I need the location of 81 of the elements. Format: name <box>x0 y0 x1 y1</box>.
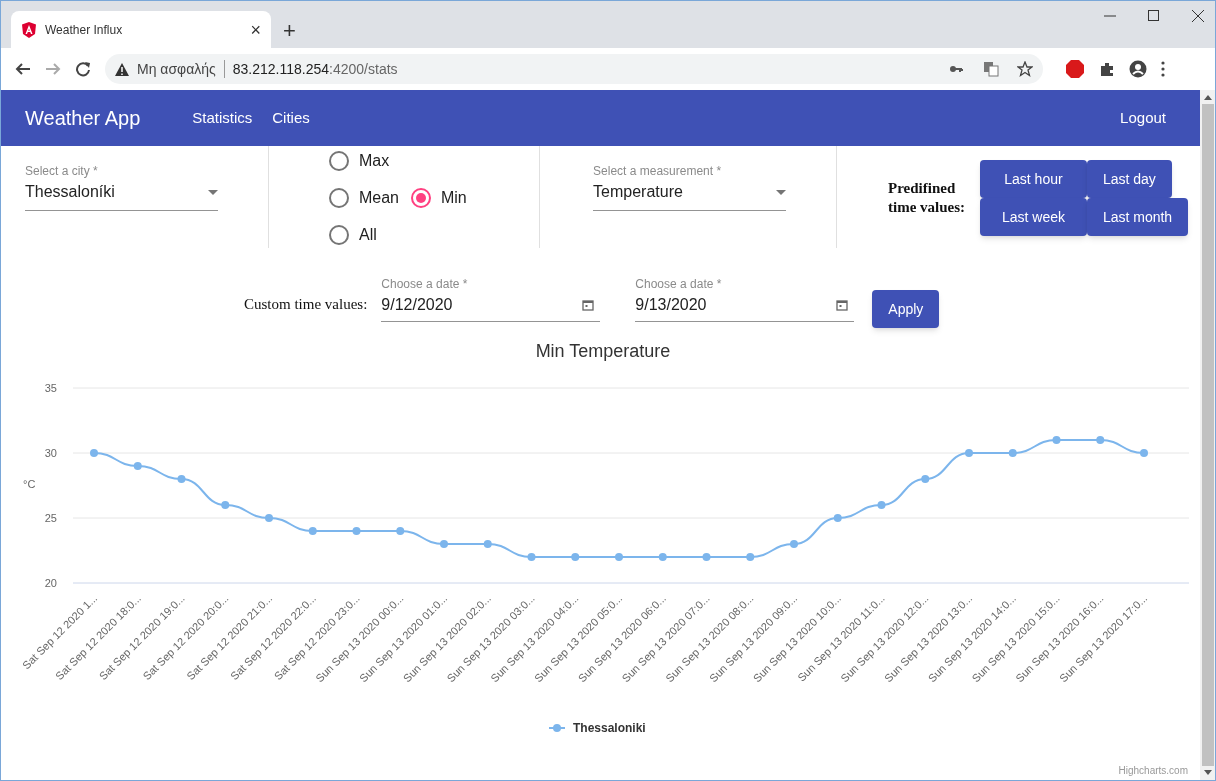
data-point <box>133 462 142 470</box>
data-point <box>177 475 186 483</box>
data-point <box>790 540 798 548</box>
time-button[interactable]: Last month <box>1086 198 1189 236</box>
data-point <box>1096 436 1105 444</box>
security-label: Μη ασφαλής <box>137 59 216 79</box>
axis-tick-label: 35 <box>44 382 57 394</box>
predefined-label: Predifined time values: <box>888 179 967 217</box>
maximize-icon[interactable] <box>1147 9 1161 23</box>
date-field[interactable]: Choose a date * 9/12/2020 <box>381 275 601 322</box>
axis-tick-label: 25 <box>44 512 57 524</box>
data-point <box>1052 436 1061 444</box>
data-point <box>90 449 98 457</box>
data-point <box>658 553 667 561</box>
axis-tick-label: 30 <box>44 447 57 459</box>
date-field[interactable]: Choose a date * 9/13/2020 <box>635 275 855 322</box>
data-point <box>877 501 886 509</box>
data-point <box>308 527 317 535</box>
shield-icon <box>21 21 37 38</box>
calendar-icon[interactable] <box>582 299 595 311</box>
data-point <box>483 540 492 548</box>
data-point <box>396 527 405 535</box>
data-point <box>527 553 536 561</box>
nav-link[interactable]: Statistics <box>192 106 253 130</box>
radio-button[interactable] <box>328 187 349 208</box>
reload-icon[interactable] <box>75 61 91 77</box>
url-text: 83.212.118.254:4200/stats <box>232 59 398 79</box>
data-point <box>702 553 711 561</box>
data-point <box>352 527 361 535</box>
legend-marker-icon[interactable] <box>548 724 566 732</box>
data-point <box>440 540 448 548</box>
data-point <box>615 553 623 561</box>
data-point <box>833 514 842 522</box>
warning-icon <box>115 62 129 76</box>
axis-tick-label: 20 <box>44 577 57 589</box>
data-point <box>1140 449 1148 457</box>
data-point <box>921 475 930 483</box>
back-icon[interactable] <box>15 61 31 77</box>
tab-title: Weather Influx <box>45 21 124 39</box>
data-point <box>571 553 580 561</box>
account-icon[interactable] <box>1129 60 1147 78</box>
nav-link[interactable]: Cities <box>272 106 310 130</box>
radio-label[interactable]: Max <box>358 148 390 173</box>
radio-label[interactable]: All <box>358 222 377 247</box>
time-button[interactable]: Last hour <box>980 160 1087 198</box>
time-button[interactable]: Last day <box>1086 160 1172 198</box>
chart-title: Min Temperature <box>535 341 671 361</box>
stop-sign-icon[interactable] <box>1065 59 1085 79</box>
data-point <box>1008 449 1017 457</box>
time-button[interactable]: Last week <box>980 198 1087 236</box>
close-icon[interactable] <box>1191 9 1205 23</box>
radio-label[interactable]: Min <box>441 185 467 210</box>
new-tab-button[interactable]: + <box>283 20 296 42</box>
axis-label: °C <box>23 478 36 490</box>
dropdown-arrow-icon <box>208 189 218 195</box>
calendar-icon[interactable] <box>836 299 849 311</box>
app-title: Weather App <box>25 106 141 131</box>
legend-item[interactable]: Thessaloniki <box>573 721 646 735</box>
custom-label: Custom time values: <box>244 294 368 314</box>
translate-icon[interactable] <box>983 61 999 77</box>
measurement-select[interactable]: Select a measurement * Temperature <box>593 162 787 211</box>
apply-button[interactable]: Apply <box>872 290 940 328</box>
data-point <box>265 514 273 522</box>
browser-tab[interactable]: Weather Influx × <box>11 11 271 48</box>
dropdown-arrow-icon <box>776 189 787 195</box>
data-point <box>965 449 973 457</box>
data-point <box>746 553 755 561</box>
star-icon[interactable] <box>1017 61 1033 77</box>
radio-button[interactable] <box>328 150 349 171</box>
city-select[interactable]: Select a city * Thessaloníki <box>25 162 218 211</box>
address-bar[interactable]: Μη ασφαλής 83.212.118.254:4200/stats <box>105 54 1043 84</box>
puzzle-icon[interactable] <box>1099 61 1115 77</box>
radio-label[interactable]: Mean <box>358 185 399 210</box>
logout-link[interactable]: Logout <box>1120 106 1166 130</box>
menu-icon[interactable] <box>1161 61 1165 77</box>
radio-button[interactable] <box>411 187 431 208</box>
scrollbar-thumb[interactable] <box>1201 104 1214 766</box>
data-point <box>221 501 230 509</box>
radio-button[interactable] <box>328 224 349 245</box>
scrollbar[interactable] <box>1200 90 1215 780</box>
close-tab-button[interactable]: × <box>250 20 261 39</box>
